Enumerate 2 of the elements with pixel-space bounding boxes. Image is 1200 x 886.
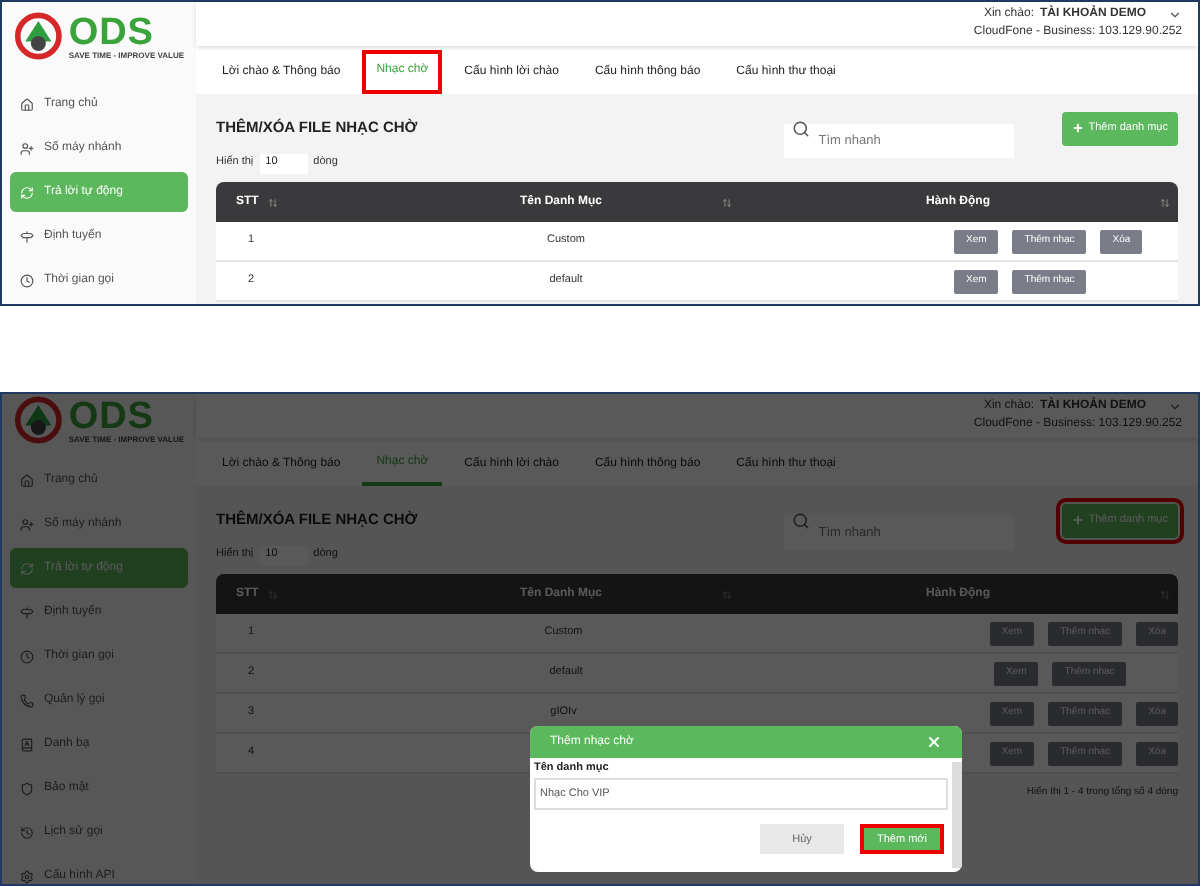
logo-text: ODS bbox=[68, 13, 154, 51]
logo-text: ODS bbox=[68, 397, 154, 435]
